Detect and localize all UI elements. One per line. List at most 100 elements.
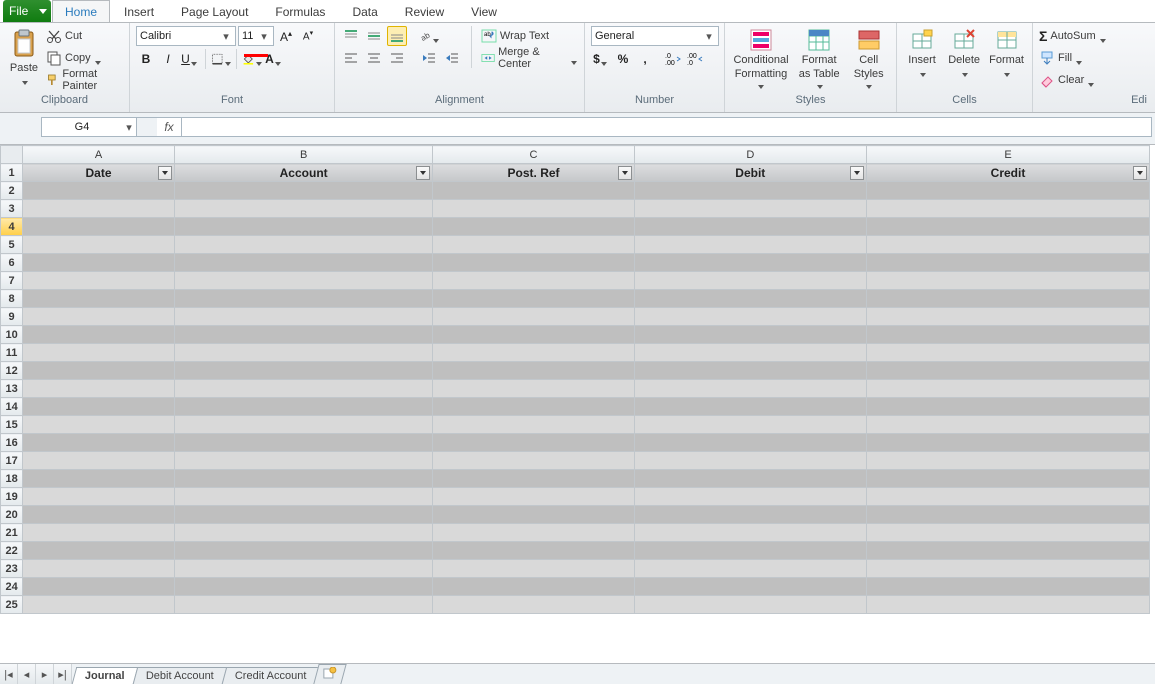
cut-button[interactable]: Cut xyxy=(46,26,123,46)
cell[interactable] xyxy=(867,488,1150,506)
row-header[interactable]: 6 xyxy=(1,254,23,272)
cell[interactable] xyxy=(867,398,1150,416)
row-header[interactable]: 13 xyxy=(1,380,23,398)
row-header[interactable]: 21 xyxy=(1,524,23,542)
cell[interactable] xyxy=(174,308,433,326)
sheet-nav-first[interactable]: |◂ xyxy=(0,664,18,684)
cell[interactable] xyxy=(174,578,433,596)
cell[interactable] xyxy=(174,596,433,614)
cell[interactable] xyxy=(634,200,866,218)
tab-insert[interactable]: Insert xyxy=(111,0,167,22)
column-header-B[interactable]: B xyxy=(174,146,433,164)
cell[interactable] xyxy=(23,218,175,236)
row-header[interactable]: 7 xyxy=(1,272,23,290)
percent-button[interactable]: % xyxy=(613,49,633,69)
underline-button[interactable]: U xyxy=(180,49,200,69)
insert-cells-button[interactable]: Insert xyxy=(903,26,941,78)
cell[interactable] xyxy=(174,272,433,290)
cell[interactable] xyxy=(433,506,634,524)
cell[interactable] xyxy=(433,560,634,578)
cell[interactable] xyxy=(634,560,866,578)
cell[interactable] xyxy=(23,200,175,218)
cell[interactable] xyxy=(174,182,433,200)
align-middle-button[interactable] xyxy=(364,26,384,46)
format-cells-button[interactable]: Format xyxy=(987,26,1026,78)
cell[interactable] xyxy=(174,434,433,452)
tab-formulas[interactable]: Formulas xyxy=(262,0,338,22)
cell[interactable] xyxy=(867,200,1150,218)
borders-button[interactable] xyxy=(211,49,231,69)
cell[interactable] xyxy=(174,542,433,560)
clear-button[interactable]: Clear xyxy=(1039,70,1149,90)
cell[interactable] xyxy=(433,182,634,200)
cell[interactable] xyxy=(433,200,634,218)
format-painter-button[interactable]: Format Painter xyxy=(46,70,123,90)
conditional-formatting-button[interactable]: Conditional Formatting xyxy=(731,26,791,94)
cell[interactable] xyxy=(867,596,1150,614)
cell[interactable] xyxy=(23,488,175,506)
formula-input[interactable] xyxy=(181,117,1152,137)
align-center-button[interactable] xyxy=(364,48,384,68)
row-header[interactable]: 2 xyxy=(1,182,23,200)
increase-decimal-button[interactable]: .0.00 xyxy=(663,49,683,69)
cell[interactable] xyxy=(867,560,1150,578)
cell[interactable] xyxy=(634,326,866,344)
cell[interactable] xyxy=(23,326,175,344)
cell[interactable] xyxy=(867,362,1150,380)
sheet-tab-credit-account[interactable]: Credit Account xyxy=(221,667,319,684)
cell[interactable] xyxy=(433,290,634,308)
align-left-button[interactable] xyxy=(341,48,361,68)
cell[interactable] xyxy=(433,272,634,290)
sheet-nav-prev[interactable]: ◂ xyxy=(18,664,36,684)
cell[interactable] xyxy=(174,398,433,416)
cell[interactable] xyxy=(634,470,866,488)
cell[interactable] xyxy=(634,506,866,524)
decrease-font-button[interactable]: A▾ xyxy=(298,26,318,46)
cell[interactable] xyxy=(867,434,1150,452)
cell[interactable] xyxy=(634,578,866,596)
cell[interactable] xyxy=(433,362,634,380)
cell[interactable] xyxy=(867,470,1150,488)
worksheet-grid[interactable]: ABCDE1DateAccountPost. RefDebitCredit234… xyxy=(0,145,1155,663)
row-header[interactable]: 1 xyxy=(1,164,23,182)
cell[interactable] xyxy=(867,290,1150,308)
cell[interactable] xyxy=(174,470,433,488)
column-header-E[interactable]: E xyxy=(867,146,1150,164)
cell[interactable] xyxy=(174,524,433,542)
new-sheet-button[interactable] xyxy=(313,664,346,684)
cell[interactable] xyxy=(23,542,175,560)
align-top-button[interactable] xyxy=(341,26,361,46)
cell[interactable] xyxy=(23,416,175,434)
cell[interactable] xyxy=(867,308,1150,326)
cell[interactable] xyxy=(867,578,1150,596)
cell[interactable] xyxy=(174,506,433,524)
cell[interactable] xyxy=(23,596,175,614)
orientation-button[interactable]: ab xyxy=(419,26,439,46)
column-header-D[interactable]: D xyxy=(634,146,866,164)
row-header[interactable]: 22 xyxy=(1,542,23,560)
align-bottom-button[interactable] xyxy=(387,26,407,46)
cell[interactable] xyxy=(433,308,634,326)
cell[interactable] xyxy=(174,452,433,470)
cell[interactable] xyxy=(867,344,1150,362)
copy-button[interactable]: Copy xyxy=(46,48,123,68)
cell[interactable] xyxy=(23,272,175,290)
tab-data[interactable]: Data xyxy=(339,0,390,22)
increase-indent-button[interactable] xyxy=(442,48,462,68)
fx-button[interactable]: fx xyxy=(157,117,181,137)
table-header-cell[interactable]: Date xyxy=(23,164,175,182)
cell[interactable] xyxy=(174,344,433,362)
sheet-tab-journal[interactable]: Journal xyxy=(72,667,138,684)
cell[interactable] xyxy=(23,344,175,362)
cell[interactable] xyxy=(23,470,175,488)
cell[interactable] xyxy=(867,182,1150,200)
cell[interactable] xyxy=(634,182,866,200)
cell[interactable] xyxy=(23,362,175,380)
select-all-corner[interactable] xyxy=(1,146,23,164)
row-header[interactable]: 23 xyxy=(1,560,23,578)
number-format-combo[interactable]: General▾ xyxy=(591,26,719,46)
cell[interactable] xyxy=(23,452,175,470)
cell[interactable] xyxy=(634,290,866,308)
sheet-tab-debit-account[interactable]: Debit Account xyxy=(132,667,226,684)
tab-home[interactable]: Home xyxy=(52,0,110,22)
